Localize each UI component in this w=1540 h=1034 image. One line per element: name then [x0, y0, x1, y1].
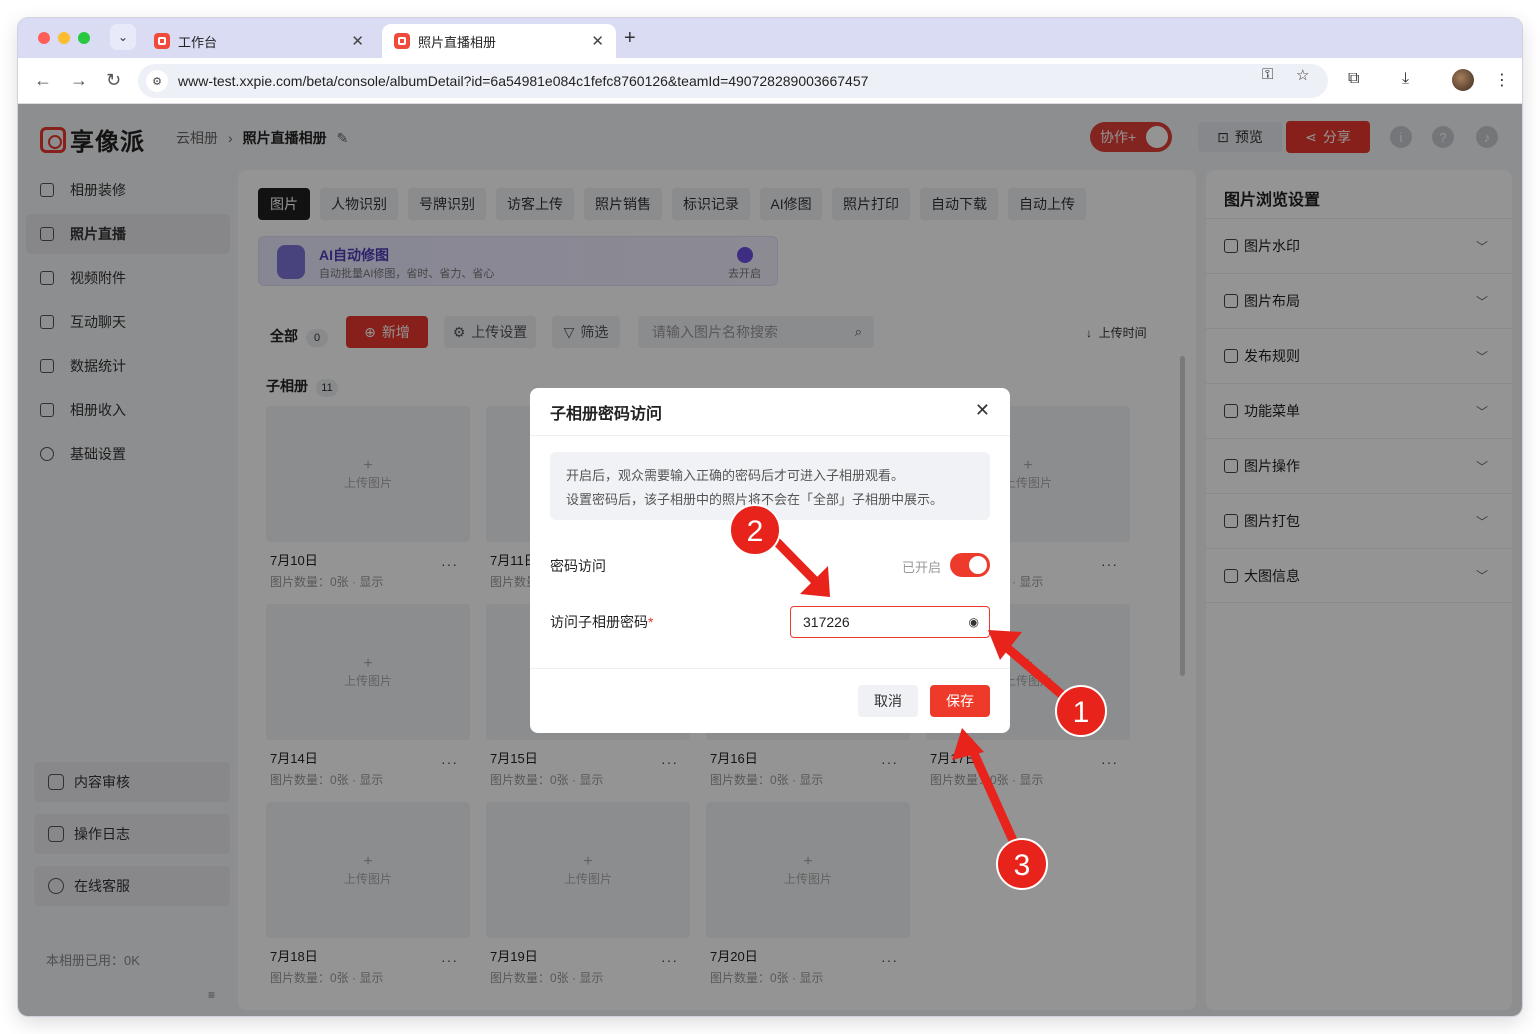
url-field[interactable]: ⚙ www-test.xxpie.com/beta/console/albumD…: [138, 64, 1328, 98]
dialog-title: 子相册密码访问: [530, 388, 1010, 436]
password-access-toggle[interactable]: [950, 553, 990, 577]
password-input[interactable]: 317226 ◉: [790, 606, 990, 638]
download-icon[interactable]: ⤓: [1402, 70, 1409, 88]
tab-album-live[interactable]: 照片直播相册 ✕: [382, 24, 616, 58]
notice-line: 开启后，观众需要输入正确的密码后才可进入子相册观看。: [566, 468, 905, 483]
site-favicon-icon: [154, 33, 170, 49]
password-key-icon[interactable]: ⚿: [1262, 66, 1273, 83]
password-access-dialog: 子相册密码访问 ✕ 开启后，观众需要输入正确的密码后才可进入子相册观看。 设置密…: [530, 388, 1010, 733]
required-mark: *: [648, 614, 654, 630]
url-text: www-test.xxpie.com/beta/console/albumDet…: [178, 73, 869, 89]
eye-icon[interactable]: ◉: [969, 615, 979, 629]
forward-icon[interactable]: →: [70, 70, 88, 91]
extensions-icon[interactable]: ⧉: [1348, 70, 1359, 88]
close-tab-icon[interactable]: ✕: [351, 32, 364, 50]
back-icon[interactable]: ←: [34, 70, 52, 91]
close-tab-icon[interactable]: ✕: [591, 32, 604, 50]
tab-strip: ⌄ 工作台 ✕ 照片直播相册 ✕ +: [18, 18, 1522, 58]
reload-icon[interactable]: ↻: [106, 70, 121, 91]
minimize-window-button[interactable]: [58, 32, 70, 44]
save-button[interactable]: 保存: [930, 685, 990, 717]
tab-workbench[interactable]: 工作台 ✕: [142, 24, 376, 58]
dialog-divider: [530, 668, 1010, 669]
browser-menu-icon[interactable]: ⋮: [1494, 70, 1510, 90]
tab-label: 照片直播相册: [418, 34, 497, 50]
profile-avatar[interactable]: [1452, 69, 1474, 91]
toggle-state-label: 已开启: [902, 560, 942, 575]
cancel-button[interactable]: 取消: [858, 685, 918, 717]
new-tab-icon[interactable]: +: [624, 27, 636, 50]
password-value: 317226: [803, 614, 850, 630]
close-window-button[interactable]: [38, 32, 50, 44]
dialog-notice: 开启后，观众需要输入正确的密码后才可进入子相册观看。 设置密码后，该子相册中的照…: [550, 452, 990, 520]
address-bar: ← → ↻ ⚙ www-test.xxpie.com/beta/console/…: [18, 58, 1522, 104]
maximize-window-button[interactable]: [78, 32, 90, 44]
notice-line: 设置密码后，该子相册中的照片将不会在「全部」子相册中展示。: [566, 492, 944, 507]
password-access-label: 密码访问: [550, 558, 606, 574]
close-icon[interactable]: ✕: [975, 400, 990, 421]
site-favicon-icon: [394, 33, 410, 49]
site-info-icon[interactable]: ⚙: [146, 70, 168, 92]
browser-window: ⌄ 工作台 ✕ 照片直播相册 ✕ + ← → ↻ ⚙ www-test.xxpi…: [18, 18, 1522, 1016]
tab-label: 工作台: [178, 34, 218, 50]
toggle-knob: [969, 556, 987, 574]
password-field-label: 访问子相册密码*: [550, 612, 653, 632]
password-label-text: 访问子相册密码: [550, 614, 648, 630]
tab-search-button[interactable]: ⌄: [110, 24, 136, 50]
bookmark-star-icon[interactable]: ☆: [1296, 66, 1309, 84]
